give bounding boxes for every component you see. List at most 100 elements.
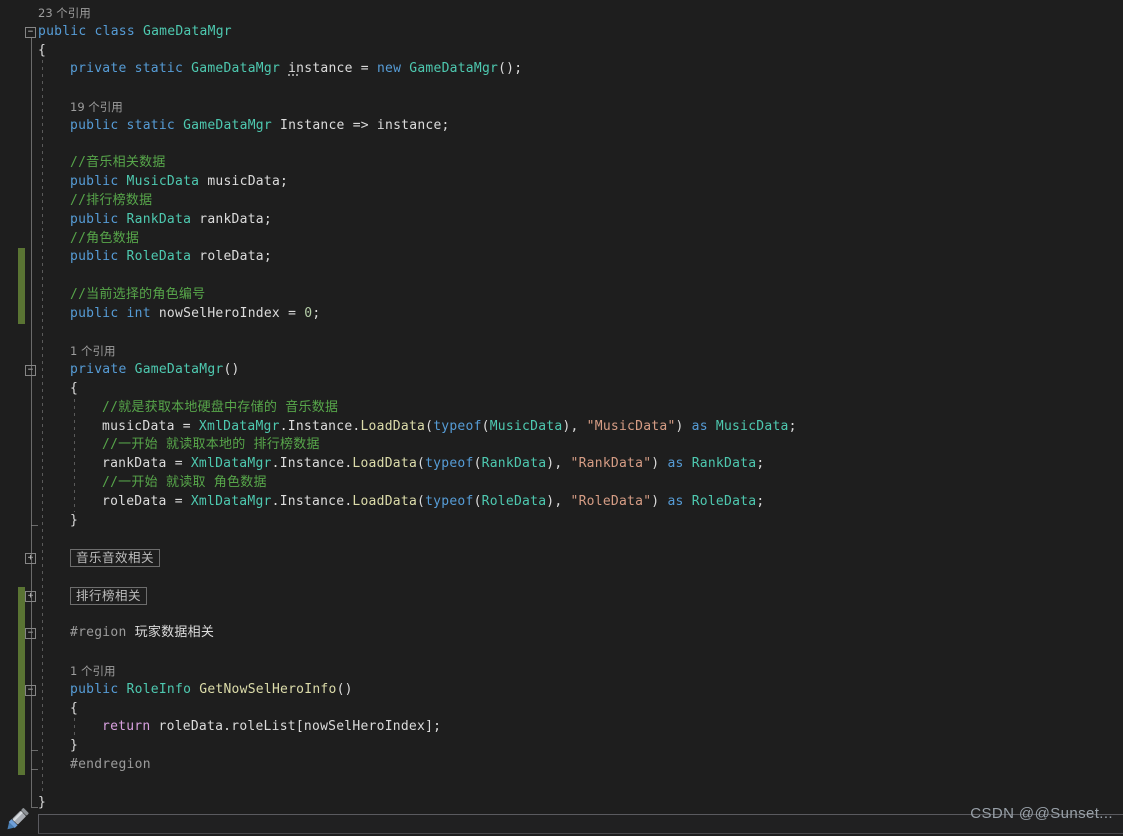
code-token: class bbox=[94, 23, 144, 39]
code-line[interactable]: //当前选择的角色编号 bbox=[0, 286, 1123, 305]
code-line[interactable]: //角色数据 bbox=[0, 230, 1123, 249]
code-token: ; bbox=[312, 305, 321, 321]
code-token: RankData bbox=[691, 456, 757, 472]
code-token: return bbox=[102, 719, 159, 735]
code-token: roleData.roleList[nowSelHeroIndex]; bbox=[158, 719, 442, 735]
code-token: //一开始 就读取本地的 排行榜数据 bbox=[102, 437, 320, 453]
collapsed-region-box[interactable]: 排行榜相关 bbox=[70, 586, 148, 605]
csdn-watermark: CSDN @@Sunset... bbox=[970, 805, 1113, 822]
code-line[interactable]: //音乐相关数据 bbox=[0, 154, 1123, 173]
code-token: () bbox=[336, 681, 353, 697]
code-line[interactable]: { bbox=[0, 700, 1123, 719]
code-token: 玩家数据相关 bbox=[134, 625, 215, 641]
code-token: { bbox=[70, 700, 79, 716]
code-token: GameDataMgr bbox=[183, 117, 281, 133]
code-line[interactable]: public RoleData roleData; bbox=[0, 248, 1123, 267]
code-line[interactable]: public RoleInfo GetNowSelHeroInfo() bbox=[0, 681, 1123, 700]
code-token: public bbox=[70, 249, 127, 265]
code-token: typeof bbox=[425, 456, 474, 472]
code-line[interactable]: #region 玩家数据相关 bbox=[0, 624, 1123, 643]
code-token: ) bbox=[651, 456, 668, 472]
codelens-link[interactable]: 1 个引用 bbox=[0, 342, 1123, 361]
code-token: ( bbox=[417, 493, 426, 509]
codelens-link[interactable]: 1 个引用 bbox=[0, 662, 1123, 681]
code-token: "RoleData" bbox=[570, 493, 652, 509]
code-token: ), bbox=[562, 418, 587, 434]
code-line[interactable]: //排行榜数据 bbox=[0, 192, 1123, 211]
code-token: GetNowSelHeroInfo bbox=[199, 681, 337, 697]
code-token: private bbox=[70, 61, 135, 77]
collapsed-region-box[interactable]: 音乐音效相关 bbox=[70, 549, 161, 568]
code-token: MusicData bbox=[489, 418, 563, 434]
code-token: roleData; bbox=[199, 249, 272, 265]
brush-watermark-icon bbox=[7, 808, 29, 830]
code-token: LoadData bbox=[352, 493, 418, 509]
code-token: roleData = bbox=[102, 493, 191, 509]
code-token: ) bbox=[675, 418, 692, 434]
code-line[interactable]: musicData = XmlDataMgr.Instance.LoadData… bbox=[0, 418, 1123, 437]
code-token: typeof bbox=[425, 493, 474, 509]
code-token: ( bbox=[473, 456, 482, 472]
code-line[interactable]: //就是获取本地硬盘中存储的 音乐数据 bbox=[0, 399, 1123, 418]
code-token: GameDataMgr bbox=[143, 23, 232, 39]
codelens-link[interactable]: 23 个引用 bbox=[0, 4, 1123, 23]
code-line[interactable]: { bbox=[0, 380, 1123, 399]
code-token: typeof bbox=[433, 418, 482, 434]
code-token: = bbox=[352, 61, 377, 77]
code-token: #endregion bbox=[70, 757, 151, 772]
code-token: as bbox=[691, 418, 716, 434]
code-token: ( bbox=[425, 418, 434, 434]
code-token: //角色数据 bbox=[70, 230, 140, 246]
code-token: Instance => instance; bbox=[280, 117, 450, 133]
code-token: nowSelHeroIndex = bbox=[158, 305, 305, 321]
code-token: { bbox=[70, 381, 79, 396]
code-token: public bbox=[70, 305, 127, 321]
code-line[interactable]: //一开始 就读取本地的 排行榜数据 bbox=[0, 436, 1123, 455]
code-line[interactable]: roleData = XmlDataMgr.Instance.LoadData(… bbox=[0, 493, 1123, 512]
code-token: //一开始 就读取 角色数据 bbox=[102, 475, 267, 490]
code-token: } bbox=[70, 738, 79, 754]
code-line[interactable]: private GameDataMgr() bbox=[0, 361, 1123, 380]
code-line[interactable]: } bbox=[0, 794, 1123, 813]
code-token: RoleInfo bbox=[126, 681, 200, 697]
code-token: as bbox=[667, 493, 692, 509]
code-line[interactable]: 排行榜相关 bbox=[0, 586, 1123, 606]
code-token: LoadData bbox=[360, 418, 426, 434]
code-token: as bbox=[667, 456, 692, 472]
code-line[interactable]: 音乐音效相关 bbox=[0, 549, 1123, 568]
code-token: ( bbox=[481, 418, 490, 434]
code-token: //就是获取本地硬盘中存储的 音乐数据 bbox=[102, 399, 339, 415]
code-token: MusicData bbox=[126, 174, 208, 190]
code-line[interactable]: } bbox=[0, 512, 1123, 531]
horizontal-scrollbar[interactable] bbox=[38, 814, 1123, 834]
code-token: .Instance. bbox=[271, 493, 353, 509]
code-line[interactable]: #endregion bbox=[0, 756, 1123, 775]
code-line[interactable]: //一开始 就读取 角色数据 bbox=[0, 474, 1123, 493]
code-line[interactable]: public RankData rankData; bbox=[0, 211, 1123, 230]
code-line[interactable]: { bbox=[0, 42, 1123, 61]
code-line[interactable]: private static GameDataMgr instance = ne… bbox=[0, 60, 1123, 79]
code-token: (); bbox=[498, 61, 523, 77]
code-token: ) bbox=[651, 493, 668, 509]
code-token: ( bbox=[417, 456, 426, 472]
code-token: } bbox=[38, 794, 47, 810]
code-token: new bbox=[376, 61, 410, 77]
code-token: rankData; bbox=[199, 211, 272, 227]
code-token: .Instance. bbox=[271, 456, 353, 472]
code-token: RoleData bbox=[691, 493, 757, 509]
code-line[interactable]: } bbox=[0, 737, 1123, 756]
code-line[interactable]: return roleData.roleList[nowSelHeroIndex… bbox=[0, 718, 1123, 737]
code-token: "MusicData" bbox=[586, 418, 676, 434]
code-token: public bbox=[38, 23, 95, 39]
codelens-link[interactable]: 19 个引用 bbox=[0, 98, 1123, 117]
code-token: public bbox=[70, 117, 127, 133]
code-line[interactable]: public int nowSelHeroIndex = 0; bbox=[0, 305, 1123, 324]
code-token: MusicData bbox=[715, 418, 789, 434]
code-line[interactable]: rankData = XmlDataMgr.Instance.LoadData(… bbox=[0, 455, 1123, 474]
code-token: "RankData" bbox=[570, 456, 652, 472]
code-token: GameDataMgr bbox=[409, 61, 499, 77]
code-token: musicData = bbox=[102, 418, 199, 434]
code-line[interactable]: public MusicData musicData; bbox=[0, 173, 1123, 192]
code-line[interactable]: public class GameDataMgr bbox=[0, 23, 1123, 42]
code-line[interactable]: public static GameDataMgr Instance => in… bbox=[0, 117, 1123, 136]
